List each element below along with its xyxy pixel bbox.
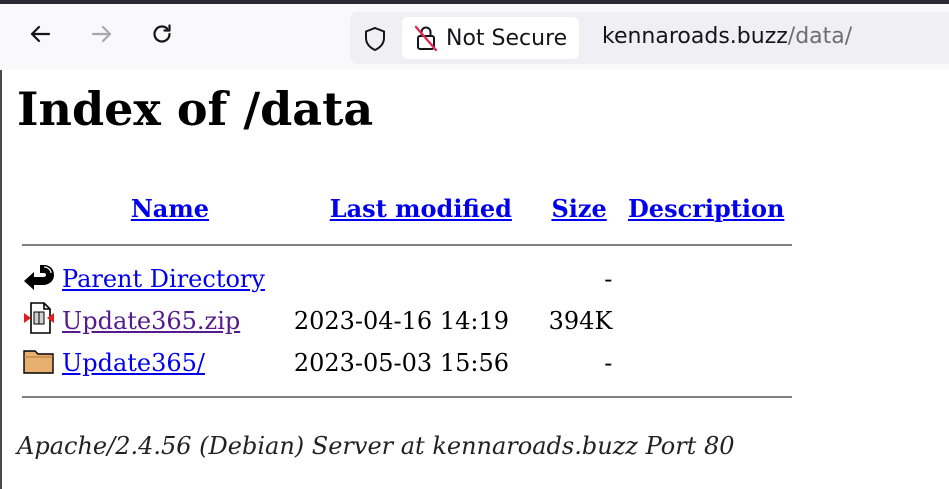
compressed-file-icon [24,302,54,334]
description-cell [616,258,792,300]
parent-directory-link[interactable]: Parent Directory [62,265,265,293]
browser-toolbar: Not Secure kennaroads.buzz/data/ [0,4,949,71]
divider [22,244,792,246]
table-row: Update365.zip 2023-04-16 14:19 394K [18,300,792,342]
size-cell: - [604,265,613,293]
modified-cell: 2023-04-16 14:19 [293,307,509,335]
table-row: Parent Directory - [18,258,792,300]
divider-row [18,384,792,410]
description-column-link[interactable]: Description [628,194,784,223]
server-signature: Apache/2.4.56 (Debian) Server at kennaro… [17,432,735,460]
not-secure-label: Not Secure [446,25,568,51]
table-row: Update365/ 2023-05-03 15:56 - [18,342,792,384]
reload-button[interactable] [146,18,178,50]
icon-cell [18,342,58,384]
url-host: kennaroads.buzz [602,24,788,49]
shield-icon[interactable] [362,26,388,52]
size-column-link[interactable]: Size [551,194,606,223]
insecure-lock-icon [414,25,438,52]
directory-listing-table: Name Last modified Size Description Pare… [18,184,792,410]
size-cell: 394K [548,307,613,335]
file-link[interactable]: Update365.zip [62,307,240,335]
reload-icon [153,24,171,43]
size-cell: - [604,349,613,377]
arrow-left-icon [30,25,51,43]
icon-cell [18,300,58,342]
address-bar[interactable]: Not Secure kennaroads.buzz/data/ [350,12,949,64]
page-title: Index of /data [17,82,374,136]
table-header-row: Name Last modified Size Description [18,184,792,232]
icon-column-header [18,184,58,232]
forward-button[interactable] [86,18,118,50]
name-column-link[interactable]: Name [131,194,209,223]
arrow-right-icon [91,25,112,43]
icon-cell [18,258,58,300]
back-button[interactable] [24,18,56,50]
description-cell [616,300,792,342]
url-text[interactable]: kennaroads.buzz/data/ [602,24,852,49]
url-path: /data/ [787,24,853,49]
back-icon [24,265,54,290]
modified-cell: 2023-05-03 15:56 [293,349,509,377]
description-cell [616,342,792,384]
folder-link[interactable]: Update365/ [62,349,205,377]
last-modified-column-link[interactable]: Last modified [330,194,512,223]
not-secure-badge[interactable]: Not Secure [402,17,580,59]
page-content: Index of /data Name Last modified Size D… [0,70,949,489]
folder-icon [23,350,54,374]
divider-row [18,232,792,258]
divider [22,396,792,398]
